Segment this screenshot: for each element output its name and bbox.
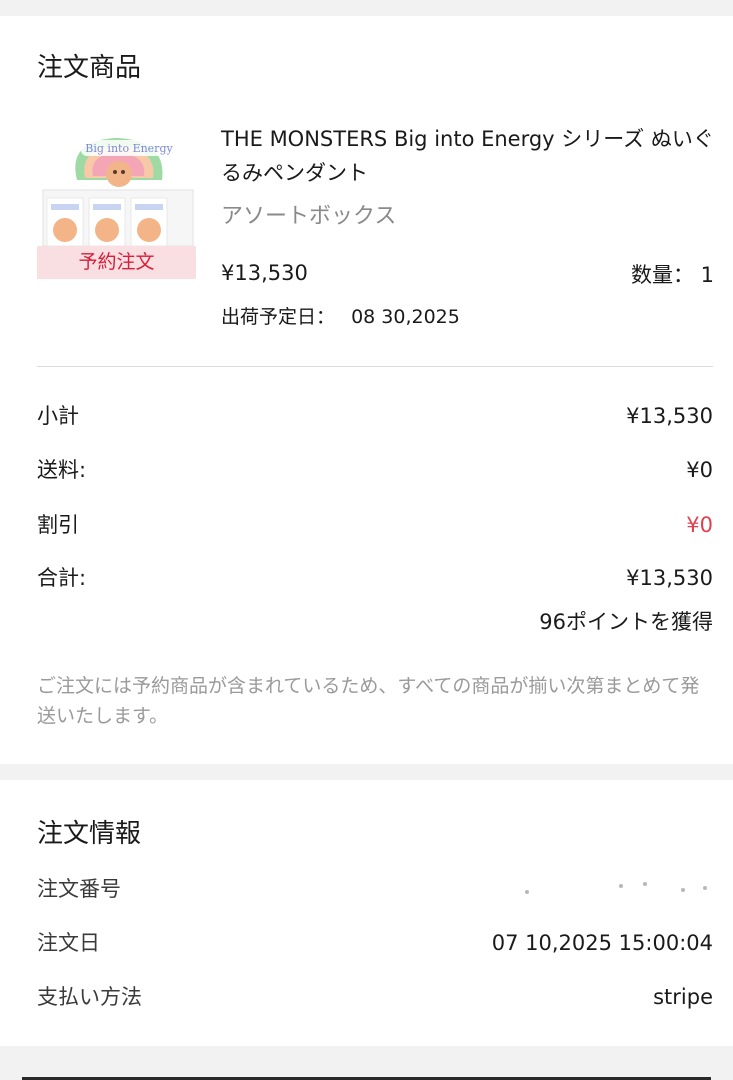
order-date-value: 07 10,2025 15:00:04 xyxy=(491,931,713,955)
top-background-strip xyxy=(0,0,733,16)
order-number-label: 注文番号 xyxy=(37,877,121,901)
product-quantity: 数量： 1 xyxy=(630,263,714,287)
product-item[interactable]: Big into Energy 予約注文 THE MONSTERS Big in… xyxy=(37,120,714,350)
subtotal-label: 小計 xyxy=(37,404,79,428)
payment-method-label: 支払い方法 xyxy=(37,985,142,1009)
discount-value: ¥0 xyxy=(686,513,713,537)
total-label: 合計: xyxy=(37,566,87,590)
preorder-notice: ご注文には予約商品が含まれているため、すべての商品が揃い次第まとめて発送いたしま… xyxy=(37,675,700,727)
order-info-title: 注文情報 xyxy=(37,819,142,849)
shipping-row: 送料: ¥0 xyxy=(37,453,713,487)
shipping-value: ¥0 xyxy=(686,458,713,482)
total-value: ¥13,530 xyxy=(626,566,713,590)
bottom-background xyxy=(0,1046,733,1080)
discount-label: 割引 xyxy=(37,513,79,537)
payment-method-value: stripe xyxy=(653,985,713,1009)
order-items-title: 注文商品 xyxy=(37,53,142,83)
divider xyxy=(37,366,713,367)
product-price: ¥13,530 xyxy=(221,261,308,285)
order-info-card: 注文情報 注文番号 注文日 07 10,2025 15:00:04 支払い方法 … xyxy=(0,780,733,1046)
order-items-card: 注文商品 Big into Energy 予約注文 THE MONSTERS B… xyxy=(0,16,733,764)
product-thumbnail[interactable]: Big into Energy 予約注文 xyxy=(37,120,196,279)
ship-date-label: 出荷予定日： xyxy=(221,306,336,328)
thumbnail-logo-text: Big into Energy xyxy=(85,142,173,155)
product-name[interactable]: THE MONSTERS Big into Energy シリーズ ぬいぐるみペ… xyxy=(221,122,716,190)
subtotal-row: 小計 ¥13,530 xyxy=(37,399,713,433)
order-number-row: 注文番号 xyxy=(37,872,713,906)
subtotal-value: ¥13,530 xyxy=(626,404,713,428)
order-date-row: 注文日 07 10,2025 15:00:04 xyxy=(37,926,713,960)
order-number-redacted xyxy=(413,882,713,896)
total-row: 合計: ¥13,530 xyxy=(37,561,713,595)
ship-date-value: 08 30,2025 xyxy=(351,306,460,328)
points-earned: 96ポイントを獲得 xyxy=(539,610,713,634)
shipping-label: 送料: xyxy=(37,458,87,482)
payment-method-row: 支払い方法 stripe xyxy=(37,980,713,1014)
discount-row: 割引 ¥0 xyxy=(37,508,713,542)
product-variant: アソートボックス xyxy=(221,204,397,229)
ship-date: 出荷予定日： 08 30,2025 xyxy=(221,300,460,334)
order-date-label: 注文日 xyxy=(37,931,100,955)
preorder-badge: 予約注文 xyxy=(37,246,196,279)
